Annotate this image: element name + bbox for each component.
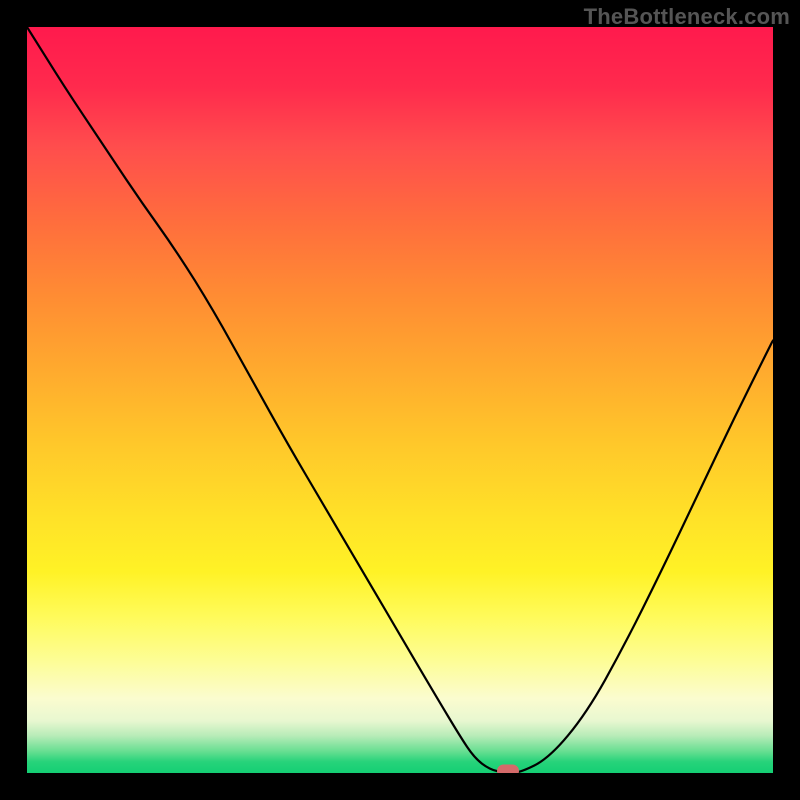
chart-frame: TheBottleneck.com [0,0,800,800]
bottleneck-curve [27,27,773,773]
optimal-marker [497,765,519,774]
watermark-text: TheBottleneck.com [584,4,790,30]
curve-path [27,27,773,773]
plot-area [27,27,773,773]
